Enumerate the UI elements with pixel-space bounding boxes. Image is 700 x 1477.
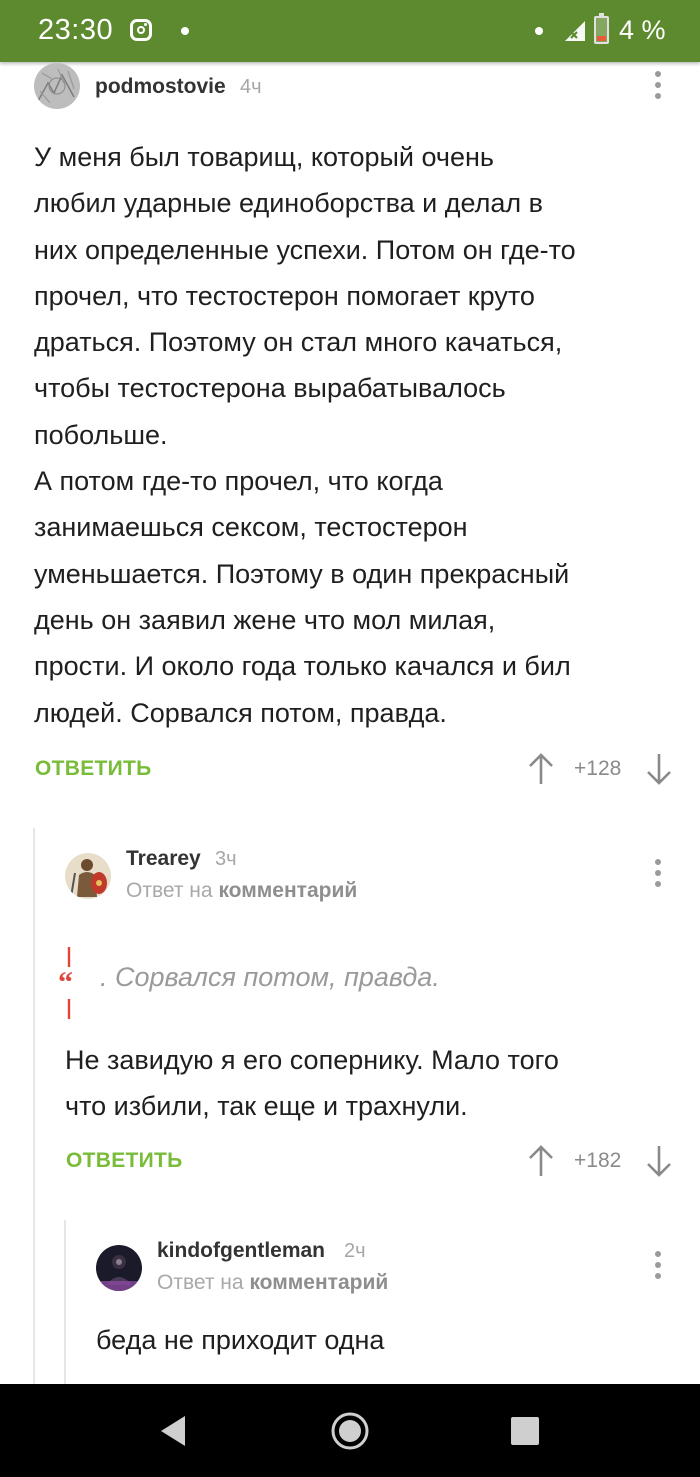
svg-text:“: “: [58, 966, 73, 999]
username[interactable]: kindofgentleman: [157, 1239, 325, 1263]
quoted-text: . Сорвался потом, правда.: [100, 962, 440, 992]
comment-time: 2ч: [344, 1240, 366, 1262]
rating: +128: [574, 757, 622, 780]
reply-button[interactable]: ОТВЕТИТЬ: [35, 757, 152, 781]
comment-text: беда не приходит одна: [96, 1317, 384, 1363]
upvote-arrow-icon[interactable]: [528, 752, 554, 786]
text-line: У меня был товарищ, который очень: [34, 142, 494, 172]
reply-to-label: Ответ на комментарий: [157, 1271, 388, 1295]
text-line: занимаешься сексом, тестостерон: [34, 512, 468, 543]
avatar[interactable]: [34, 63, 80, 109]
home-icon[interactable]: [330, 1411, 370, 1451]
downvote-arrow-icon[interactable]: [646, 752, 672, 786]
back-icon[interactable]: [158, 1414, 188, 1448]
comment-text: Не завидую я его сопернику. Мало того чт…: [65, 1037, 559, 1130]
rating: +182: [574, 1149, 622, 1172]
reply-to-label: Ответ на комментарий: [126, 879, 357, 903]
recents-icon[interactable]: [510, 1416, 540, 1446]
notification-dot-icon: [181, 27, 189, 35]
instagram-icon: [130, 19, 152, 41]
thread-line: [64, 1220, 66, 1384]
text-line: уменьшается. Поэтому в один прекрасный: [34, 558, 570, 589]
text-line: побольше.: [34, 419, 168, 450]
more-options-icon[interactable]: [654, 71, 662, 101]
quote-icon: “: [58, 947, 73, 1019]
battery-icon: [594, 13, 609, 44]
wifi-dot-icon: [535, 27, 543, 35]
downvote-arrow-icon[interactable]: [646, 1144, 672, 1178]
reply-prefix: Ответ на: [126, 879, 213, 902]
comment-time: 3ч: [215, 848, 237, 870]
text-line: что избили, так еще и трахнули.: [65, 1091, 468, 1122]
status-bar: 23:30 4 %: [0, 0, 700, 62]
navigation-bar: [0, 1384, 700, 1477]
signal-icon: [565, 21, 585, 41]
comment-time: 4ч: [240, 76, 262, 98]
avatar[interactable]: [96, 1245, 142, 1291]
reply-target-link[interactable]: комментарий: [218, 879, 357, 902]
text-line: А потом где-то прочел, что когда: [34, 466, 443, 497]
text-line: прочел, что тестостерон помогает круто: [34, 280, 535, 311]
thread-line: [33, 828, 35, 1384]
text-line: прости. И около года только качался и би…: [34, 651, 571, 682]
reply-prefix: Ответ на: [157, 1271, 244, 1294]
text-line: день он заявил жене что мол милая,: [34, 604, 496, 635]
upvote-arrow-icon[interactable]: [528, 1144, 554, 1178]
text-line: драться. Поэтому он стал много качаться,: [34, 327, 563, 358]
avatar[interactable]: [65, 853, 111, 899]
reply-target-link[interactable]: комментарий: [249, 1271, 388, 1294]
more-options-icon[interactable]: [654, 1251, 662, 1281]
text-line: Не завидую я его сопернику. Мало того: [65, 1045, 559, 1075]
text-line: беда не приходит одна: [96, 1325, 385, 1355]
username[interactable]: podmostovie: [95, 75, 226, 99]
text-line: них определенные успехи. Потом он где-то: [34, 234, 576, 265]
text-line: чтобы тестостерона вырабатывалось: [34, 373, 506, 404]
text-line: любил ударные единоборства и делал в: [34, 188, 543, 219]
username[interactable]: Trearey: [126, 847, 201, 871]
status-time: 23:30: [38, 14, 114, 46]
battery-percent: 4 %: [619, 15, 666, 45]
text-line: людей. Сорвался потом, правда.: [34, 697, 447, 728]
more-options-icon[interactable]: [654, 859, 662, 889]
reply-button[interactable]: ОТВЕТИТЬ: [66, 1149, 183, 1173]
comment-text: У меня был товарищ, который очень любил …: [34, 134, 576, 736]
